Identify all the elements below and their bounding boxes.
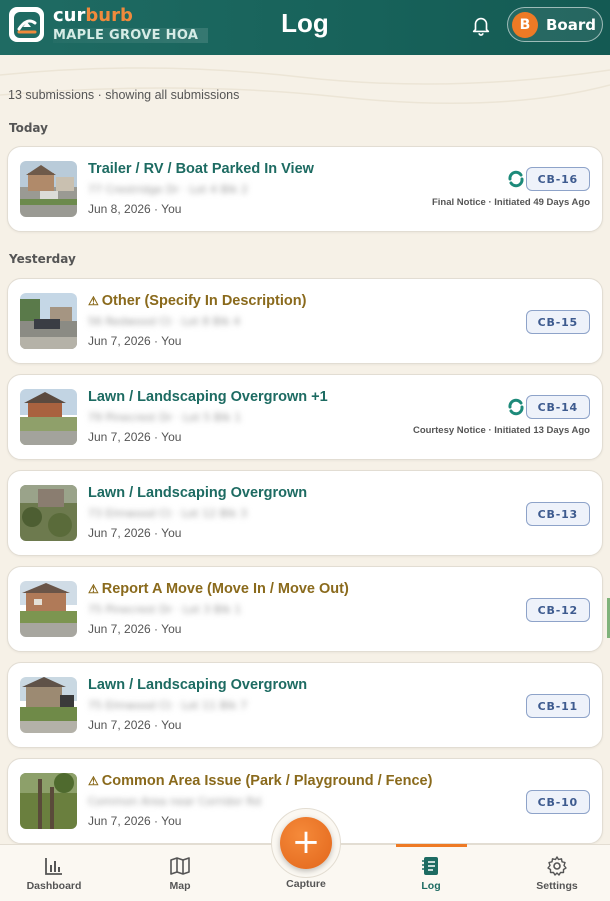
user-role-label: Board: [546, 15, 596, 34]
submission-card[interactable]: ⚠ Other (Specify In Description) 56 Redwo…: [7, 278, 603, 364]
submission-title: Lawn / Landscaping Overgrown: [88, 485, 308, 501]
nav-label: Settings: [536, 880, 578, 892]
submission-title: ⚠ Report A Move (Move In / Move Out): [88, 581, 349, 597]
nav-label: Dashboard: [26, 880, 82, 892]
background-waves: [0, 67, 610, 105]
submission-address: Common Area near Corridor Rd: [88, 795, 262, 808]
brand-name: curburb: [53, 5, 133, 26]
submission-meta: Jun 8, 2026 · You: [88, 202, 182, 216]
active-tab-indicator: [396, 844, 467, 847]
submission-meta: Jun 7, 2026 · You: [88, 526, 182, 540]
nav-label: Log: [421, 880, 441, 892]
submission-address: 77 Crestridge Dr · Lot 4 Blk 2: [88, 183, 248, 196]
notebook-icon: [422, 857, 438, 875]
submission-card[interactable]: ⚠ Report A Move (Move In / Move Out) 75 P…: [7, 566, 603, 652]
warning-icon: ⚠: [88, 582, 99, 596]
bar-chart-icon: [45, 858, 62, 875]
sync-status-icon: [508, 398, 524, 416]
submission-photo: [20, 773, 77, 829]
logo-icon: [13, 11, 40, 38]
submission-id-badge: CB-13: [525, 502, 590, 526]
app-logo[interactable]: [9, 7, 44, 42]
submission-summary: 13 submissions · showing all submissions: [8, 88, 240, 102]
submission-photo: [20, 161, 77, 217]
warning-icon: ⚠: [88, 774, 99, 788]
submission-address: 75 Elmwood Ct · Lot 11 Blk 7: [88, 699, 248, 712]
app-header: curburb MAPLE GROVE HOA Log B Board: [0, 0, 610, 55]
submission-meta: Jun 7, 2026 · You: [88, 814, 182, 828]
submission-meta: Jun 7, 2026 · You: [88, 622, 182, 636]
nav-label: Map: [169, 880, 191, 892]
submission-card[interactable]: Lawn / Landscaping Overgrown +1 79 Pinec…: [7, 374, 603, 460]
nav-log[interactable]: Log: [381, 845, 481, 901]
submission-card[interactable]: Lawn / Landscaping Overgrown 73 Elmwood …: [7, 470, 603, 556]
nav-map[interactable]: Map: [130, 845, 230, 901]
warning-icon: ⚠: [88, 294, 99, 308]
notice-status: Courtesy Notice · Initiated 13 Days Ago: [412, 425, 590, 436]
submission-id-badge: CB-14: [525, 395, 590, 419]
submission-photo: [20, 677, 77, 733]
submission-meta: Jun 7, 2026 · You: [88, 334, 182, 348]
submission-address: 75 Pinecrest Dr · Lot 3 Blk 1: [88, 603, 242, 616]
gear-icon: [547, 856, 567, 876]
nav-settings[interactable]: Settings: [507, 845, 607, 901]
notice-status: Final Notice · Initiated 49 Days Ago: [431, 197, 590, 208]
org-name: MAPLE GROVE HOA: [53, 28, 209, 43]
submission-title: Lawn / Landscaping Overgrown: [88, 677, 308, 693]
notification-bell-icon[interactable]: [470, 14, 492, 36]
submission-photo: [20, 389, 77, 445]
submission-id-badge: CB-12: [525, 598, 590, 622]
plus-icon: +: [291, 822, 321, 862]
submission-photo: [20, 581, 77, 637]
submission-address: 73 Elmwood Ct · Lot 12 Blk 3: [88, 507, 248, 520]
submission-title: ⚠ Common Area Issue (Park / Playground / …: [88, 773, 433, 789]
map-icon: [170, 857, 190, 875]
submission-address: 56 Redwood Ct · Lot 8 Blk 4: [88, 315, 241, 328]
sync-status-icon: [508, 170, 524, 188]
submission-id-badge: CB-11: [525, 694, 590, 718]
avatar: B: [512, 11, 538, 38]
section-header-today: Today: [9, 121, 48, 135]
submission-photo: [20, 293, 77, 349]
submission-title: Trailer / RV / Boat Parked In View: [88, 161, 314, 177]
capture-button[interactable]: +: [280, 817, 332, 869]
submission-card[interactable]: Trailer / RV / Boat Parked In View 77 Cr…: [7, 146, 603, 232]
submission-meta: Jun 7, 2026 · You: [88, 718, 182, 732]
nav-dashboard[interactable]: Dashboard: [4, 845, 104, 901]
user-menu-button[interactable]: B Board: [507, 7, 603, 42]
section-header-yesterday: Yesterday: [9, 252, 76, 266]
submission-photo: [20, 485, 77, 541]
submission-id-badge: CB-10: [525, 790, 590, 814]
submission-card[interactable]: Lawn / Landscaping Overgrown 75 Elmwood …: [7, 662, 603, 748]
submission-meta: Jun 7, 2026 · You: [88, 430, 182, 444]
submission-address: 79 Pinecrest Dr · Lot 5 Blk 1: [88, 411, 242, 424]
submission-id-badge: CB-15: [525, 310, 590, 334]
submission-title: ⚠ Other (Specify In Description): [88, 293, 307, 309]
capture-label: Capture: [286, 878, 326, 890]
submission-id-badge: CB-16: [525, 167, 590, 191]
submission-title: Lawn / Landscaping Overgrown +1: [88, 389, 328, 405]
